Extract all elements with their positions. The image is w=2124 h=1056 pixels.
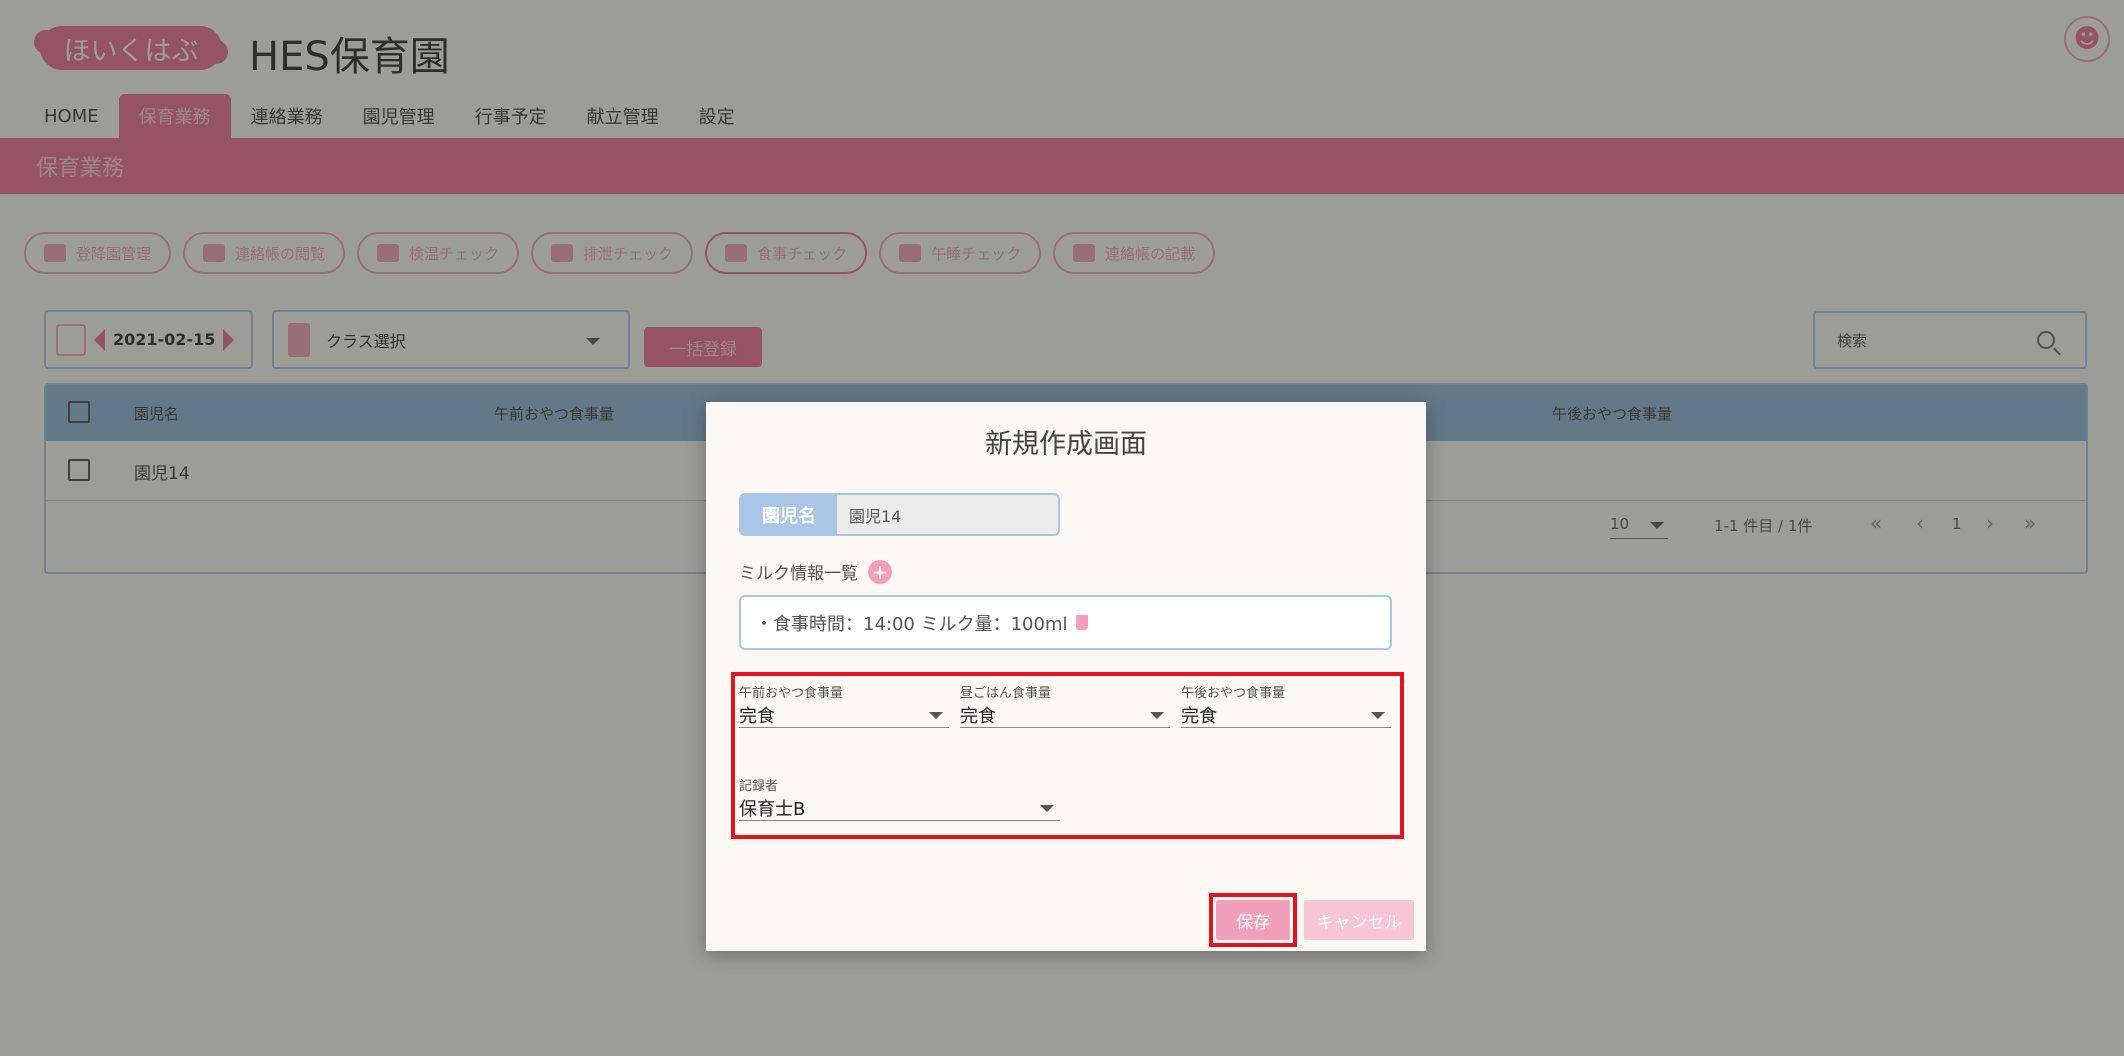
recorder-label: 記録者 (739, 779, 779, 794)
trash-icon[interactable] (1075, 615, 1088, 630)
pm-snack-select[interactable]: 午後おやつ食事量 完食 (1181, 682, 1391, 728)
am-snack-label: 午前おやつ食事量 (739, 686, 844, 701)
milk-info-label: ミルク情報一覧 (739, 564, 858, 584)
recorder-value: 保育士B (739, 799, 806, 820)
child-name-value: 園児14 (837, 495, 1058, 534)
save-button[interactable]: 保存 (1216, 900, 1290, 940)
chevron-down-icon (1040, 805, 1054, 812)
chevron-down-icon (1371, 712, 1385, 719)
am-snack-select[interactable]: 午前おやつ食事量 完食 (739, 682, 949, 728)
milk-info-heading: ミルク情報一覧 + (739, 559, 892, 584)
pm-snack-label: 午後おやつ食事量 (1181, 686, 1286, 701)
cancel-button[interactable]: キャンセル (1304, 900, 1414, 940)
chevron-down-icon (1150, 712, 1164, 719)
recorder-select[interactable]: 記録者 保育士B (739, 775, 1060, 821)
child-name-field: 園児名 園児14 (739, 493, 1060, 536)
lunch-label: 昼ごはん食事量 (960, 686, 1052, 701)
lunch-value: 完食 (960, 706, 996, 727)
pm-snack-value: 完食 (1181, 706, 1217, 727)
create-dialog: 新規作成画面 園児名 園児14 ミルク情報一覧 + ・食事時間：14:00 ミル… (706, 402, 1426, 951)
child-name-label: 園児名 (741, 495, 837, 534)
milk-info-list: ・食事時間：14:00 ミルク量：100ml (739, 595, 1392, 650)
lunch-select[interactable]: 昼ごはん食事量 完食 (960, 682, 1170, 728)
add-milk-icon[interactable]: + (868, 559, 892, 584)
chevron-down-icon (929, 712, 943, 719)
am-snack-value: 完食 (739, 706, 775, 727)
dialog-title: 新規作成画面 (985, 429, 1147, 460)
milk-entry: ・食事時間：14:00 ミルク量：100ml (755, 613, 1068, 635)
